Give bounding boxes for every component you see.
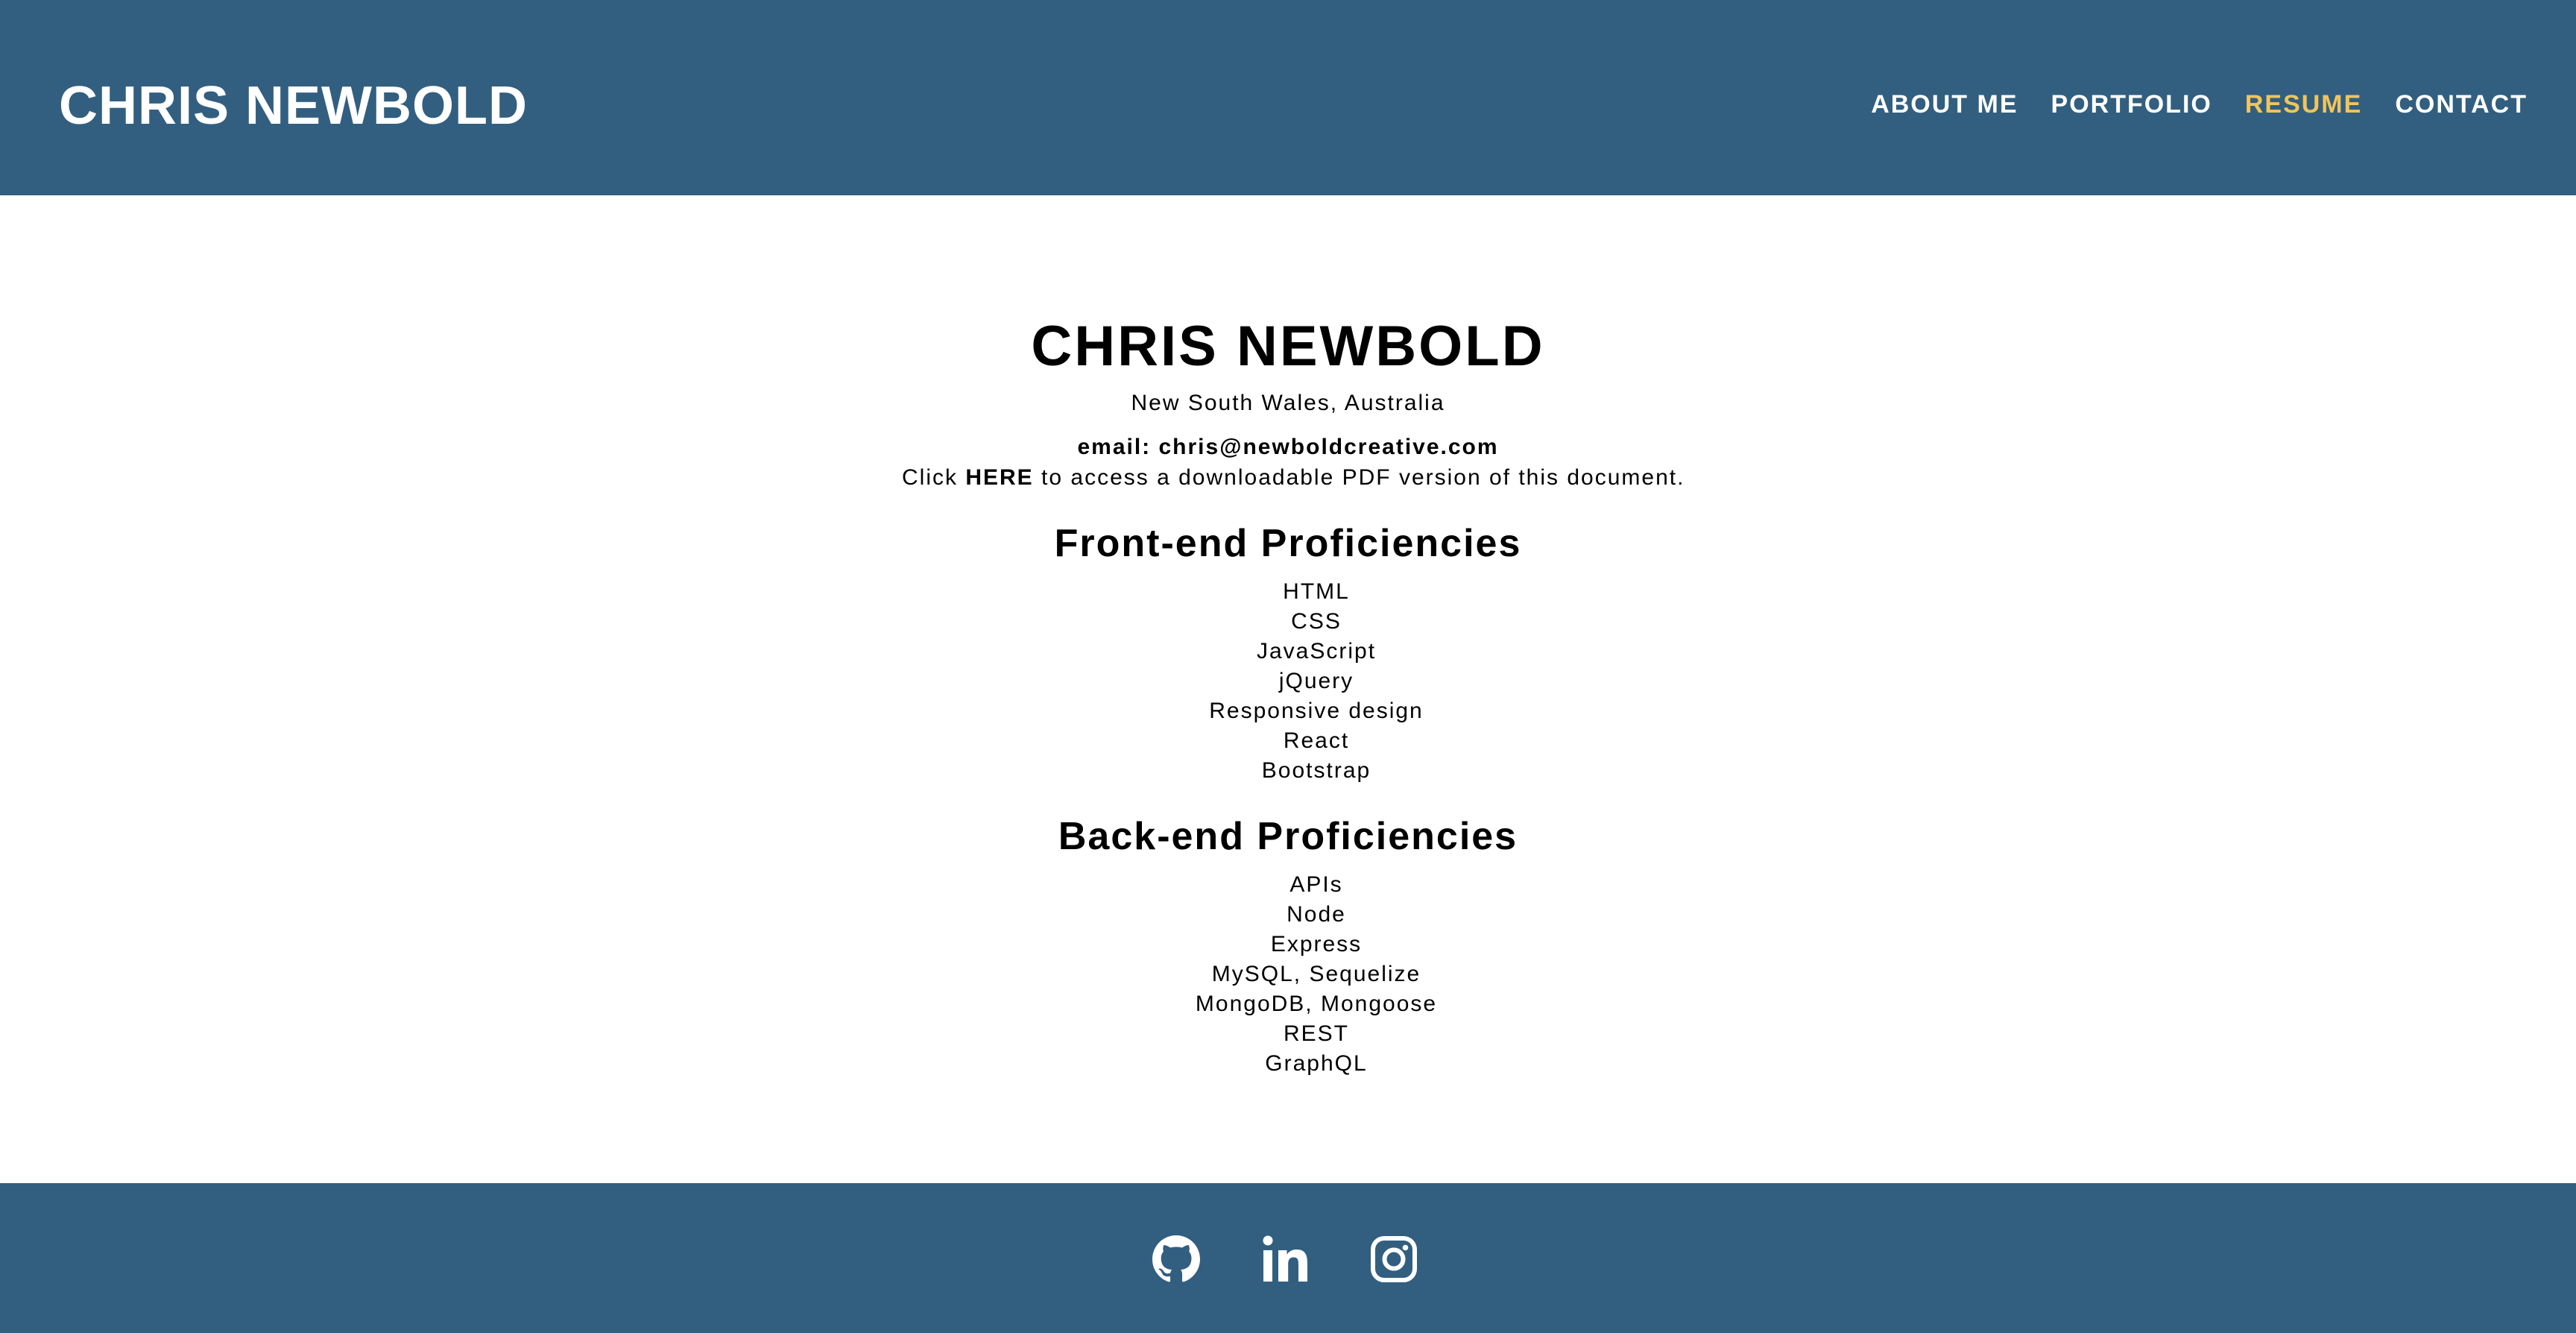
resume-content: CHRIS NEWBOLD New South Wales, Australia…: [0, 195, 2576, 1183]
list-item: JavaScript: [1256, 639, 1377, 664]
github-icon: [1152, 1235, 1200, 1282]
nav-portfolio[interactable]: PORTFOLIO: [2051, 86, 2212, 122]
nav-about-me[interactable]: ABOUT ME: [1871, 86, 2018, 122]
frontend-heading: Front-end Proficiencies: [1054, 522, 1522, 565]
list-item: MySQL, Sequelize: [1211, 962, 1421, 986]
list-item: Node: [1287, 902, 1346, 927]
site-title[interactable]: CHRIS NEWBOLD: [59, 70, 528, 142]
linkedin-link[interactable]: [1261, 1235, 1309, 1283]
backend-skill-list: APIs Node Express MySQL, Sequelize Mongo…: [944, 870, 1689, 1079]
email-text: email: chris@newboldcreative.com: [1077, 435, 1499, 459]
list-item: React: [1283, 728, 1350, 753]
location-text: New South Wales, Australia: [1131, 391, 1445, 415]
github-link[interactable]: [1152, 1235, 1200, 1283]
list-item: APIs: [1289, 872, 1343, 897]
list-item: jQuery: [1278, 669, 1354, 693]
pdf-download-link[interactable]: HERE: [965, 465, 1033, 490]
frontend-skill-list: HTML CSS JavaScript jQuery Responsive de…: [944, 577, 1689, 786]
social-links: [1152, 1235, 1418, 1283]
list-item: REST: [1283, 1021, 1349, 1046]
pdf-suffix: to access a downloadable PDF version of …: [1041, 465, 1685, 490]
instagram-link[interactable]: [1370, 1235, 1418, 1283]
list-item: CSS: [1291, 609, 1342, 634]
list-item: MongoDB, Mongoose: [1195, 992, 1438, 1016]
pdf-prefix: Click: [902, 465, 958, 490]
list-item: GraphQL: [1265, 1051, 1368, 1076]
list-item: Bootstrap: [1261, 758, 1371, 783]
resume-name-heading: CHRIS NEWBOLD: [1031, 315, 1545, 378]
list-item: HTML: [1283, 579, 1350, 604]
instagram-icon: [1371, 1236, 1417, 1282]
nav-resume[interactable]: RESUME: [2245, 86, 2362, 122]
nav-contact[interactable]: CONTACT: [2395, 86, 2528, 122]
pdf-download-line: Click HERE to access a downloadable PDF …: [902, 461, 1683, 494]
list-item: Express: [1270, 932, 1363, 957]
site-header: CHRIS NEWBOLD ABOUT ME PORTFOLIO RESUME …: [0, 0, 2576, 195]
list-item: Responsive design: [1209, 699, 1424, 723]
site-footer: [0, 1183, 2576, 1333]
main-nav: ABOUT ME PORTFOLIO RESUME CONTACT: [1871, 86, 2528, 122]
linkedin-icon: [1263, 1235, 1307, 1282]
backend-heading: Back-end Proficiencies: [1058, 815, 1518, 858]
